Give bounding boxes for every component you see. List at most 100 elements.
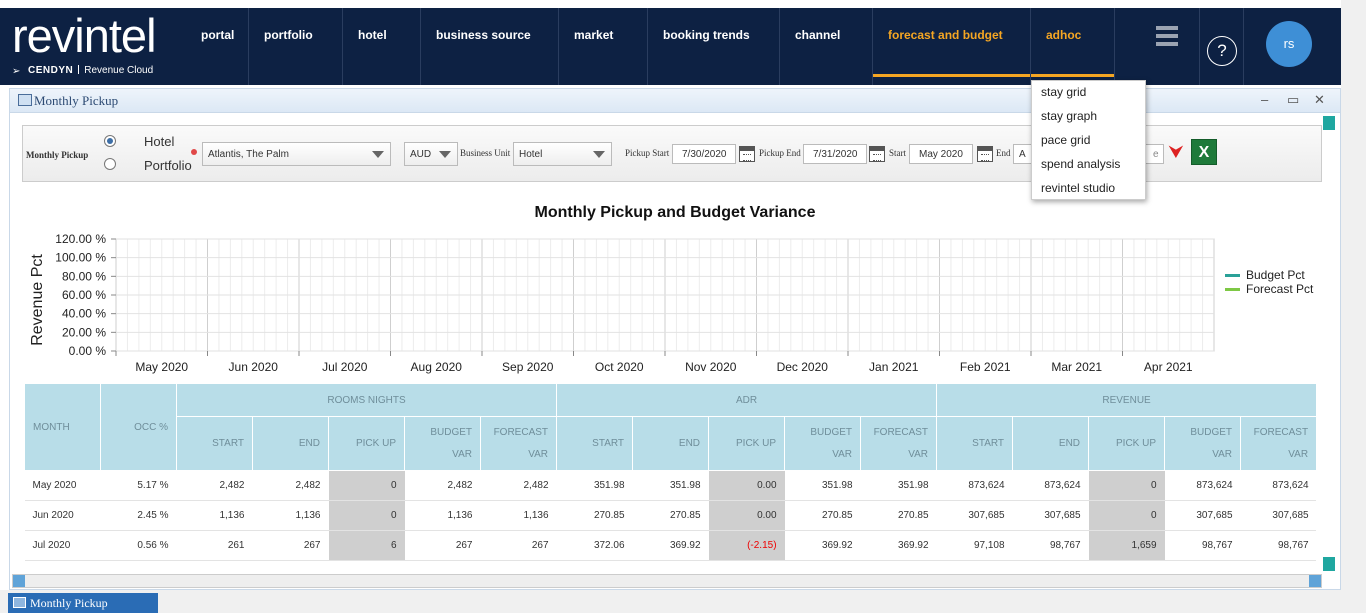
minimize-button[interactable]: –: [1261, 92, 1268, 107]
menu-item-pace-grid[interactable]: pace grid: [1041, 133, 1090, 147]
user-avatar[interactable]: rs: [1266, 21, 1312, 67]
pickup-end-label: Pickup End: [759, 148, 801, 158]
column-header-end[interactable]: END: [632, 416, 710, 471]
scope-radio-portfolio[interactable]: [104, 158, 116, 170]
column-header-budget-var[interactable]: BUDGET VAR: [404, 416, 481, 471]
legend-label[interactable]: Forecast Pct: [1246, 282, 1314, 296]
currency-select[interactable]: AUD: [404, 142, 458, 166]
taskbar-tab-monthly-pickup[interactable]: Monthly Pickup: [8, 593, 158, 613]
column-header-forecast-var[interactable]: FORECAST VAR: [1240, 416, 1316, 471]
maximize-button[interactable]: ▭: [1287, 92, 1299, 108]
menu-item-stay-graph[interactable]: stay graph: [1041, 109, 1097, 123]
page-scrollbar[interactable]: [1341, 0, 1366, 590]
scope-radio-hotel[interactable]: [104, 135, 116, 147]
pickup-end-input[interactable]: 7/31/2020: [803, 144, 867, 164]
table-cell: 98,767: [1164, 530, 1241, 561]
column-header-start[interactable]: START: [556, 416, 634, 471]
x-tick-label: Dec 2020: [777, 360, 829, 374]
column-header-budget-var[interactable]: BUDGET VAR: [1164, 416, 1242, 471]
y-tick-label: 100.00 %: [55, 251, 106, 265]
column-header-forecast-var[interactable]: FORECAST VAR: [860, 416, 938, 471]
revintel-logo[interactable]: revintel ➢ CENDYN Revenue Cloud: [12, 9, 184, 78]
taskbar-tab-label: Monthly Pickup: [30, 596, 108, 610]
column-header-forecast-var[interactable]: FORECAST VAR: [479, 416, 558, 471]
close-button[interactable]: ✕: [1314, 92, 1325, 108]
scroll-left-button[interactable]: [13, 575, 25, 587]
currency-select-value: AUD: [410, 149, 432, 160]
calendar-icon[interactable]: [977, 146, 993, 162]
scroll-down-button[interactable]: [1323, 557, 1335, 571]
column-header-end[interactable]: END: [1012, 416, 1090, 471]
table-cell: 1,136: [176, 500, 253, 531]
table-cell: 270.85: [784, 500, 861, 531]
table-cell: 0: [328, 500, 405, 531]
property-select[interactable]: Atlantis, The Palm: [202, 142, 391, 166]
nav-adhoc[interactable]: adhoc: [1031, 8, 1115, 85]
column-header-pick-up[interactable]: PICK UP: [1088, 416, 1166, 471]
column-header-start[interactable]: START: [936, 416, 1014, 471]
menu-item-spend-analysis[interactable]: spend analysis: [1041, 157, 1120, 171]
menu-item-stay-grid[interactable]: stay grid: [1041, 85, 1086, 99]
horizontal-scrollbar[interactable]: [12, 574, 1322, 588]
x-tick-label: Apr 2021: [1144, 360, 1193, 374]
table-cell: 261: [176, 530, 253, 561]
x-tick-label: May 2020: [135, 360, 188, 374]
scroll-up-button[interactable]: [1323, 116, 1335, 130]
nav-channel[interactable]: channel: [780, 8, 873, 85]
table-cell: 369.92: [784, 530, 861, 561]
property-select-value: Atlantis, The Palm: [208, 149, 289, 160]
column-header-start[interactable]: START: [176, 416, 253, 471]
nav-hotel[interactable]: hotel: [343, 8, 421, 85]
column-header-end[interactable]: END: [252, 416, 329, 471]
hamburger-menu-icon[interactable]: [1156, 26, 1178, 48]
x-tick-label: Oct 2020: [595, 360, 644, 374]
nav-market[interactable]: market: [559, 8, 648, 85]
adhoc-dropdown-menu: stay grid stay graph pace grid spend ana…: [1031, 80, 1146, 200]
y-tick-label: 40.00 %: [62, 307, 106, 321]
header-line: VAR: [1288, 448, 1309, 460]
table-row[interactable]: May 2020 5.17 % 2,482 2,482 0 2,482 2,482 351.9…: [24, 470, 1316, 501]
pdf-export-icon[interactable]: ⮟: [1167, 143, 1185, 163]
column-header-month[interactable]: MONTH: [24, 383, 101, 471]
chart-title: Monthly Pickup and Budget Variance: [534, 204, 816, 221]
report-window-icon: [13, 597, 26, 608]
help-button[interactable]: ?: [1207, 36, 1237, 66]
legend-swatch: [1225, 274, 1240, 277]
start-month-input[interactable]: May 2020: [909, 144, 973, 164]
chart-area: Revenue Pct 0.00 % 20.00 % 40.00 % 60.00 % 8…: [29, 232, 1314, 374]
calendar-icon[interactable]: [869, 146, 885, 162]
cell-occ: 2.45 %: [100, 500, 177, 531]
column-header-budget-var[interactable]: BUDGET VAR: [784, 416, 862, 471]
x-tick-label: Sep 2020: [502, 360, 554, 374]
end-month-input[interactable]: A: [1013, 144, 1033, 164]
table-cell: 307,685: [936, 500, 1013, 531]
nav-portfolio[interactable]: portfolio: [248, 8, 343, 85]
table-cell: 0.00: [708, 470, 785, 501]
x-tick-label: Feb 2021: [960, 360, 1011, 374]
header-line: FORECAST: [873, 426, 929, 438]
logo-wordmark: revintel: [12, 9, 157, 62]
column-header-occ[interactable]: OCC %: [100, 383, 177, 471]
start-label: Start: [889, 148, 906, 158]
calendar-icon[interactable]: [739, 146, 755, 162]
column-header-pick-up[interactable]: PICK UP: [328, 416, 405, 471]
nav-forecast-and-budget[interactable]: forecast and budget: [873, 8, 1031, 85]
legend-label[interactable]: Budget Pct: [1246, 268, 1305, 282]
column-header-pick-up[interactable]: PICK UP: [708, 416, 786, 471]
menu-item-revintel-studio[interactable]: revintel studio: [1041, 181, 1115, 195]
table-row[interactable]: Jun 2020 2.45 % 1,136 1,136 0 1,136 1,136 270.8…: [24, 500, 1316, 531]
excel-export-icon[interactable]: X: [1191, 139, 1217, 165]
nav-business-source[interactable]: business source: [421, 8, 559, 85]
table-cell: 97,108: [936, 530, 1013, 561]
top-navigation-bar: revintel ➢ CENDYN Revenue Cloud portal po…: [0, 8, 1341, 85]
table-cell: 1,136: [404, 500, 481, 531]
business-unit-select[interactable]: Hotel: [513, 142, 612, 166]
pickup-start-input[interactable]: 7/30/2020: [672, 144, 736, 164]
logo-product: Revenue Cloud: [84, 65, 154, 76]
nav-booking-trends[interactable]: booking trends: [648, 8, 780, 85]
scope-label-portfolio: Portfolio: [144, 158, 192, 173]
table-cell: 0: [1088, 500, 1165, 531]
table-row[interactable]: Jul 2020 0.56 % 261 267 6 267 267 372.06 369.92(…: [24, 530, 1316, 561]
scroll-right-button[interactable]: [1309, 575, 1321, 587]
x-tick-label: Jul 2020: [322, 360, 368, 374]
